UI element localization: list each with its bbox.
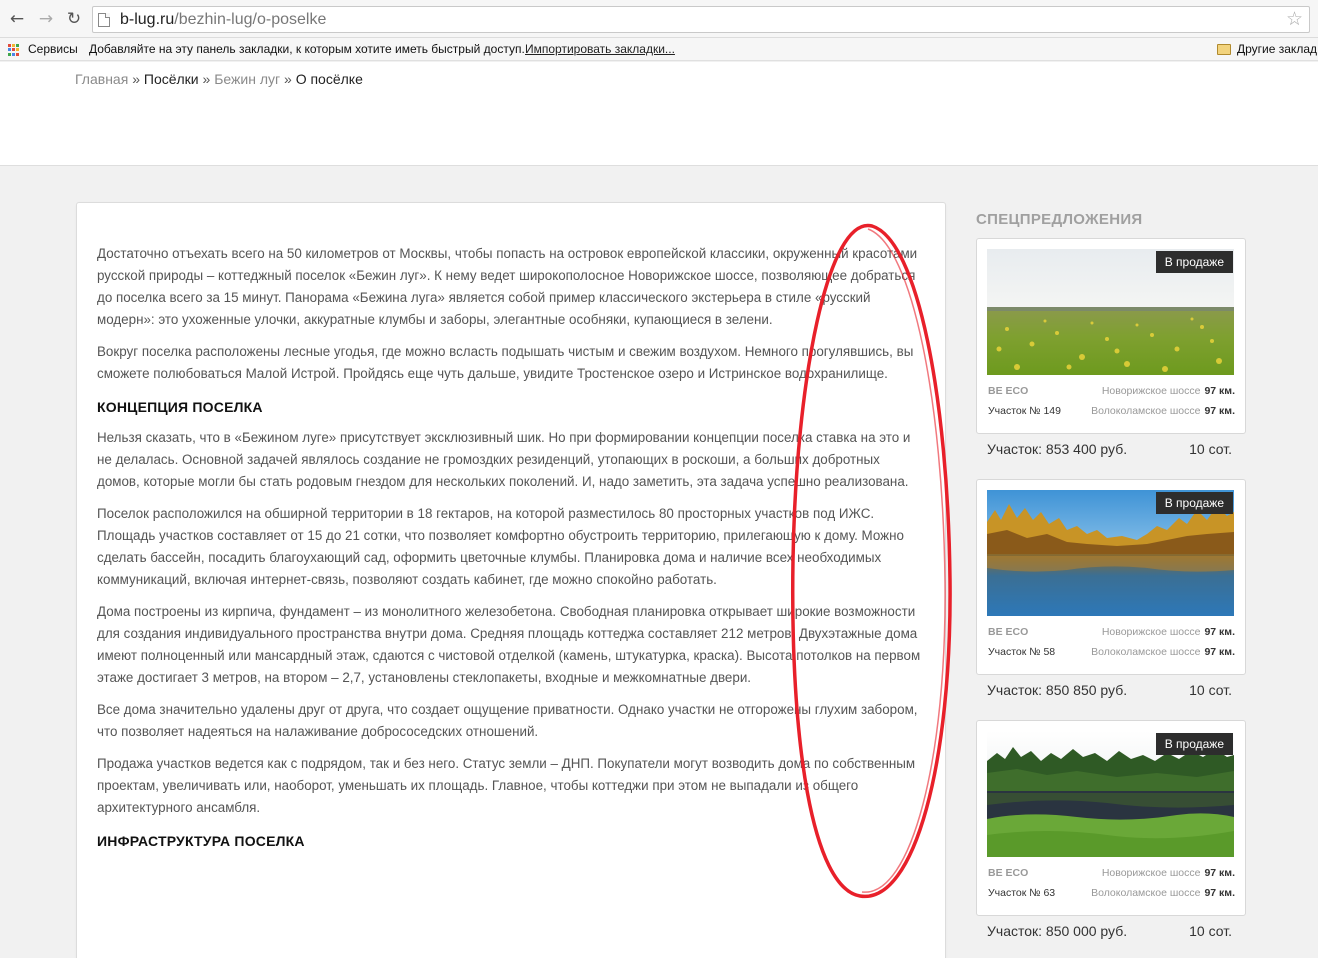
offer-road2: Волоколамское шоссе 97 км.: [1091, 887, 1235, 899]
url-text[interactable]: b-lug.ru/bezhin-lug/o-poselke: [120, 11, 326, 29]
article-body: Достаточно отъехать всего на 50 километр…: [97, 243, 922, 861]
article-paragraph: Поселок расположился на обширной террито…: [97, 506, 904, 587]
browser-toolbar: ← → ↻ b-lug.ru/bezhin-lug/o-poselke ☆: [0, 0, 1318, 38]
breadcrumb-home[interactable]: Главная: [75, 71, 128, 87]
breadcrumb-current: О посёлке: [295, 71, 363, 87]
offer-price-row: Участок: 850 850 руб. 10 сот.: [976, 675, 1246, 705]
breadcrumb-separator: »: [284, 71, 292, 87]
offer-village: BE ECO: [988, 385, 1029, 397]
breadcrumb-separator: »: [202, 71, 211, 87]
road-name: Волоколамское шоссе: [1091, 405, 1201, 417]
road-distance: 97 км.: [1204, 626, 1235, 638]
breadcrumb: Главная » Посёлки » Бежин луг » О посёлк…: [75, 71, 363, 87]
road-distance: 97 км.: [1204, 867, 1235, 879]
import-bookmarks-link[interactable]: Импортировать закладки...: [525, 42, 675, 56]
road-distance: 97 км.: [1204, 887, 1235, 899]
offer-card[interactable]: В продаже BE ECO Новорижское шоссе 97 км.…: [976, 238, 1246, 434]
article-paragraph: Достаточно отъехать всего на 50 километр…: [97, 246, 918, 327]
on-sale-badge: В продаже: [1155, 492, 1233, 514]
road-name: Новорижское шоссе: [1101, 385, 1201, 397]
offer-road2: Волоколамское шоссе 97 км.: [1091, 646, 1235, 658]
breadcrumb-bezhin-lug[interactable]: Бежин луг: [214, 71, 280, 87]
offer-plot-number: Участок № 63: [988, 887, 1056, 899]
breadcrumb-villages[interactable]: Посёлки: [144, 71, 199, 87]
offer-road1: Новорижское шоссе 97 км.: [1102, 626, 1235, 638]
offer-item[interactable]: В продаже BE ECO Новорижское шоссе 97 км.…: [976, 720, 1246, 946]
article-paragraph: Продажа участков ведется как с подрядом,…: [97, 756, 916, 815]
bookmark-star-icon[interactable]: ☆: [1286, 8, 1303, 30]
forward-button[interactable]: →: [36, 9, 56, 29]
road-name: Новорижское шоссе: [1101, 867, 1201, 879]
section-heading-concept: Концепция поселка: [97, 399, 263, 415]
offer-plot-number: Участок № 149: [988, 405, 1061, 417]
offer-price: Участок: 850 850 руб.: [987, 682, 1128, 698]
article-paragraph: Все дома значительно удалены друг от дру…: [97, 702, 918, 739]
other-bookmarks[interactable]: Другие заклад: [1237, 42, 1317, 56]
on-sale-badge: В продаже: [1155, 251, 1233, 273]
road-name: Волоколамское шоссе: [1091, 887, 1201, 899]
article-paragraph: Вокруг поселка расположены лесные угодья…: [97, 344, 914, 381]
offer-price: Участок: 853 400 руб.: [987, 441, 1128, 457]
road-distance: 97 км.: [1204, 646, 1235, 658]
url-path: /bezhin-lug/o-poselke: [174, 11, 327, 28]
url-domain: b-lug.ru: [120, 11, 175, 28]
article-paragraph: Нельзя сказать, что в «Бежином луге» при…: [97, 430, 911, 489]
page-header: Главная » Посёлки » Бежин луг » О посёлк…: [0, 62, 1318, 166]
apps-grid-icon[interactable]: [8, 44, 20, 56]
article-panel: Достаточно отъехать всего на 50 километр…: [76, 202, 946, 958]
offer-card[interactable]: В продаже BE ECO Новорижское шоссе 97 км.…: [976, 479, 1246, 675]
offer-village: BE ECO: [988, 626, 1029, 638]
back-button[interactable]: ←: [7, 9, 27, 29]
special-offers-title: СПЕЦПРЕДЛОЖЕНИЯ: [976, 211, 1143, 228]
offer-size: 10 сот.: [1189, 441, 1232, 457]
offer-price: Участок: 850 000 руб.: [987, 923, 1128, 939]
on-sale-badge: В продаже: [1155, 733, 1233, 755]
article-paragraph: Дома построены из кирпича, фундамент – и…: [97, 604, 921, 685]
breadcrumb-separator: »: [132, 71, 140, 87]
offer-road1: Новорижское шоссе 97 км.: [1102, 867, 1235, 879]
offer-size: 10 сот.: [1189, 923, 1232, 939]
offer-price-row: Участок: 853 400 руб. 10 сот.: [976, 434, 1246, 464]
offer-road2: Волоколамское шоссе 97 км.: [1091, 405, 1235, 417]
road-name: Новорижское шоссе: [1101, 626, 1201, 638]
road-name: Волоколамское шоссе: [1091, 646, 1201, 658]
bookmarks-hint: Добавляйте на эту панель закладки, к кот…: [89, 42, 525, 56]
offer-item[interactable]: В продаже BE ECO Новорижское шоссе 97 км.…: [976, 479, 1246, 705]
road-distance: 97 км.: [1204, 385, 1235, 397]
folder-icon: [1217, 44, 1231, 55]
section-heading-infrastructure: Инфраструктура поселка: [97, 833, 305, 849]
apps-label[interactable]: Сервисы: [28, 42, 78, 56]
offer-card[interactable]: В продаже BE ECO Новорижское шоссе 97 км.…: [976, 720, 1246, 916]
address-bar[interactable]: b-lug.ru/bezhin-lug/o-poselke ☆: [92, 6, 1310, 33]
bookmarks-bar: Сервисы Добавляйте на эту панель закладк…: [0, 38, 1318, 61]
offer-plot-number: Участок № 58: [988, 646, 1056, 658]
offer-village: BE ECO: [988, 867, 1029, 879]
offer-price-row: Участок: 850 000 руб. 10 сот.: [976, 916, 1246, 946]
offer-road1: Новорижское шоссе 97 км.: [1102, 385, 1235, 397]
reload-button[interactable]: ↻: [64, 9, 84, 29]
road-distance: 97 км.: [1204, 405, 1235, 417]
page-icon: [98, 13, 110, 27]
offer-item[interactable]: В продаже BE ECO Новорижское шоссе 97 км.…: [976, 238, 1246, 464]
offer-size: 10 сот.: [1189, 682, 1232, 698]
